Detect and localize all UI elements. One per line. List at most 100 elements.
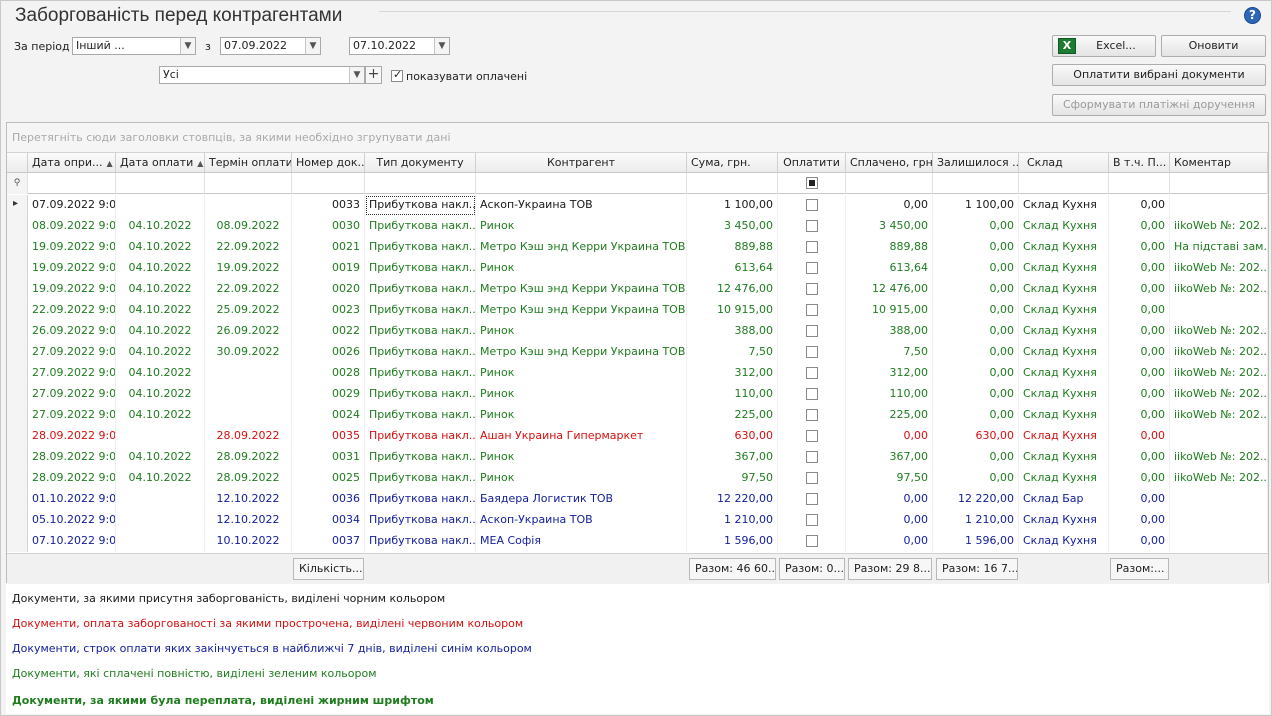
pay-checkbox[interactable]	[805, 325, 818, 337]
pay-checkbox[interactable]	[805, 388, 818, 400]
col-header-payment-term[interactable]: Термін оплати	[205, 153, 292, 173]
row-indicator[interactable]	[7, 237, 28, 258]
table-row[interactable]: 26.09.2022 9:00 04.10.2022 26.09.2022 0022 П…	[7, 321, 1268, 342]
chevron-down-icon[interactable]: ▼	[180, 38, 195, 54]
footer-paid-total[interactable]: Разом: 29 8...	[848, 558, 932, 580]
filter-cell[interactable]	[476, 173, 687, 194]
pay-checkbox[interactable]	[805, 199, 818, 211]
pay-checkbox[interactable]	[805, 304, 818, 316]
row-indicator[interactable]	[7, 447, 28, 468]
filter-cell[interactable]	[1170, 173, 1268, 194]
footer-vat-total[interactable]: Разом:...	[1110, 558, 1169, 580]
table-row[interactable]: 19.09.2022 9:00 04.10.2022 22.09.2022 0020 П…	[7, 279, 1268, 300]
filter-cell[interactable]	[1019, 173, 1109, 194]
table-row[interactable]: 28.09.2022 9:00 28.09.2022 0035 Прибуткова …	[7, 426, 1268, 447]
row-indicator[interactable]	[7, 342, 28, 363]
select-all-checkbox[interactable]	[806, 177, 818, 189]
table-row[interactable]: 19.09.2022 9:00 04.10.2022 22.09.2022 0021 П…	[7, 237, 1268, 258]
col-header-remaining[interactable]: Залишилося ...	[933, 153, 1019, 173]
pay-checkbox[interactable]	[805, 472, 818, 484]
cell-pay[interactable]	[778, 489, 846, 510]
date-from-picker[interactable]: 07.09.2022 ▼	[220, 37, 321, 55]
pay-checkbox[interactable]	[805, 493, 818, 505]
col-header-posting-date[interactable]: Дата опри... ▲	[28, 153, 116, 173]
table-row[interactable]: 28.09.2022 9:00 04.10.2022 28.09.2022 0025 П…	[7, 468, 1268, 489]
row-indicator[interactable]	[7, 300, 28, 321]
table-row[interactable]: 07.10.2022 9:00 10.10.2022 0037 Прибуткова …	[7, 531, 1268, 552]
table-row[interactable]: 27.09.2022 9:00 04.10.2022 0024 Прибуткова …	[7, 405, 1268, 426]
cell-pay[interactable]	[778, 363, 846, 384]
pay-checkbox[interactable]	[805, 220, 818, 232]
chevron-down-icon[interactable]: ▼	[434, 38, 449, 54]
row-indicator[interactable]	[7, 195, 28, 216]
row-indicator[interactable]	[7, 363, 28, 384]
filter-cell[interactable]	[205, 173, 292, 194]
cell-pay[interactable]	[778, 321, 846, 342]
filter-cell[interactable]	[116, 173, 205, 194]
row-indicator[interactable]	[7, 258, 28, 279]
cell-pay[interactable]	[778, 510, 846, 531]
cell-pay[interactable]	[778, 384, 846, 405]
pay-checkbox[interactable]	[805, 451, 818, 463]
pay-checkbox[interactable]	[805, 514, 818, 526]
row-indicator[interactable]	[7, 426, 28, 447]
pay-checkbox[interactable]	[805, 241, 818, 253]
col-header-counterparty[interactable]: Контрагент	[476, 153, 687, 173]
footer-sum-total[interactable]: Разом: 46 60...	[689, 558, 776, 580]
filter-cell[interactable]	[28, 173, 116, 194]
pay-checkbox[interactable]	[805, 430, 818, 442]
row-indicator[interactable]	[7, 531, 28, 552]
row-indicator[interactable]	[7, 384, 28, 405]
plus-icon[interactable]: +	[365, 66, 382, 84]
filter-cell[interactable]	[365, 173, 476, 194]
cell-pay[interactable]	[778, 195, 846, 216]
chevron-down-icon[interactable]: ▼	[305, 38, 320, 54]
date-to-picker[interactable]: 07.10.2022 ▼	[349, 37, 450, 55]
row-indicator[interactable]	[7, 216, 28, 237]
group-by-panel[interactable]: Перетягніть сюди заголовки стовпців, за …	[7, 123, 1268, 153]
pay-checkbox[interactable]	[805, 409, 818, 421]
filter-cell[interactable]	[778, 173, 846, 194]
chevron-down-icon[interactable]: ▼	[349, 67, 364, 83]
col-header-paid[interactable]: Сплачено, грн	[846, 153, 933, 173]
footer-remaining-total[interactable]: Разом: 16 7...	[936, 558, 1018, 580]
filter-cell[interactable]	[1109, 173, 1170, 194]
row-indicator[interactable]	[7, 279, 28, 300]
table-row[interactable]: 27.09.2022 9:00 04.10.2022 30.09.2022 0026 П…	[7, 342, 1268, 363]
footer-count[interactable]: Кількість...	[293, 558, 364, 580]
table-row[interactable]: 05.10.2022 9:00 12.10.2022 0034 Прибуткова …	[7, 510, 1268, 531]
cell-pay[interactable]	[778, 237, 846, 258]
filter-cell[interactable]	[846, 173, 933, 194]
table-row[interactable]: 27.09.2022 9:00 04.10.2022 0028 Прибуткова …	[7, 363, 1268, 384]
filter-cell[interactable]	[933, 173, 1019, 194]
pay-selected-button[interactable]: Оплатити вибрані документи	[1052, 64, 1266, 86]
col-header-sum[interactable]: Сума, грн.	[687, 153, 778, 173]
table-row[interactable]: 01.10.2022 9:00 12.10.2022 0036 Прибуткова …	[7, 489, 1268, 510]
table-row[interactable]: 08.09.2022 9:00 04.10.2022 08.09.2022 0030 П…	[7, 216, 1268, 237]
help-icon[interactable]: ?	[1244, 7, 1261, 24]
cell-pay[interactable]	[778, 531, 846, 552]
cell-pay[interactable]	[778, 258, 846, 279]
pay-checkbox[interactable]	[805, 262, 818, 274]
col-header-vat[interactable]: В т.ч. П...	[1109, 153, 1170, 173]
filter-cell[interactable]	[292, 173, 365, 194]
cell-pay[interactable]	[778, 468, 846, 489]
pay-checkbox[interactable]	[805, 535, 818, 547]
cell-pay[interactable]	[778, 216, 846, 237]
col-header-payment-date[interactable]: Дата оплати ▲	[116, 153, 205, 173]
row-indicator[interactable]	[7, 321, 28, 342]
pay-checkbox[interactable]	[805, 283, 818, 295]
row-indicator[interactable]	[7, 510, 28, 531]
counterparty-select[interactable]: Усі ▼	[159, 66, 365, 84]
period-select[interactable]: Інший ... ▼	[72, 37, 196, 55]
footer-pay-total[interactable]: Разом: 0...	[779, 558, 845, 580]
row-indicator[interactable]	[7, 405, 28, 426]
col-header-doc-type[interactable]: Тип документу	[365, 153, 476, 173]
cell-pay[interactable]	[778, 279, 846, 300]
col-header-doc-number[interactable]: Номер док...	[292, 153, 365, 173]
refresh-button[interactable]: Оновити	[1161, 35, 1266, 57]
pay-checkbox[interactable]	[805, 367, 818, 379]
table-row[interactable]: 22.09.2022 9:00 04.10.2022 25.09.2022 0023 П…	[7, 300, 1268, 321]
cell-pay[interactable]	[778, 447, 846, 468]
col-header-warehouse[interactable]: Склад	[1019, 153, 1109, 173]
